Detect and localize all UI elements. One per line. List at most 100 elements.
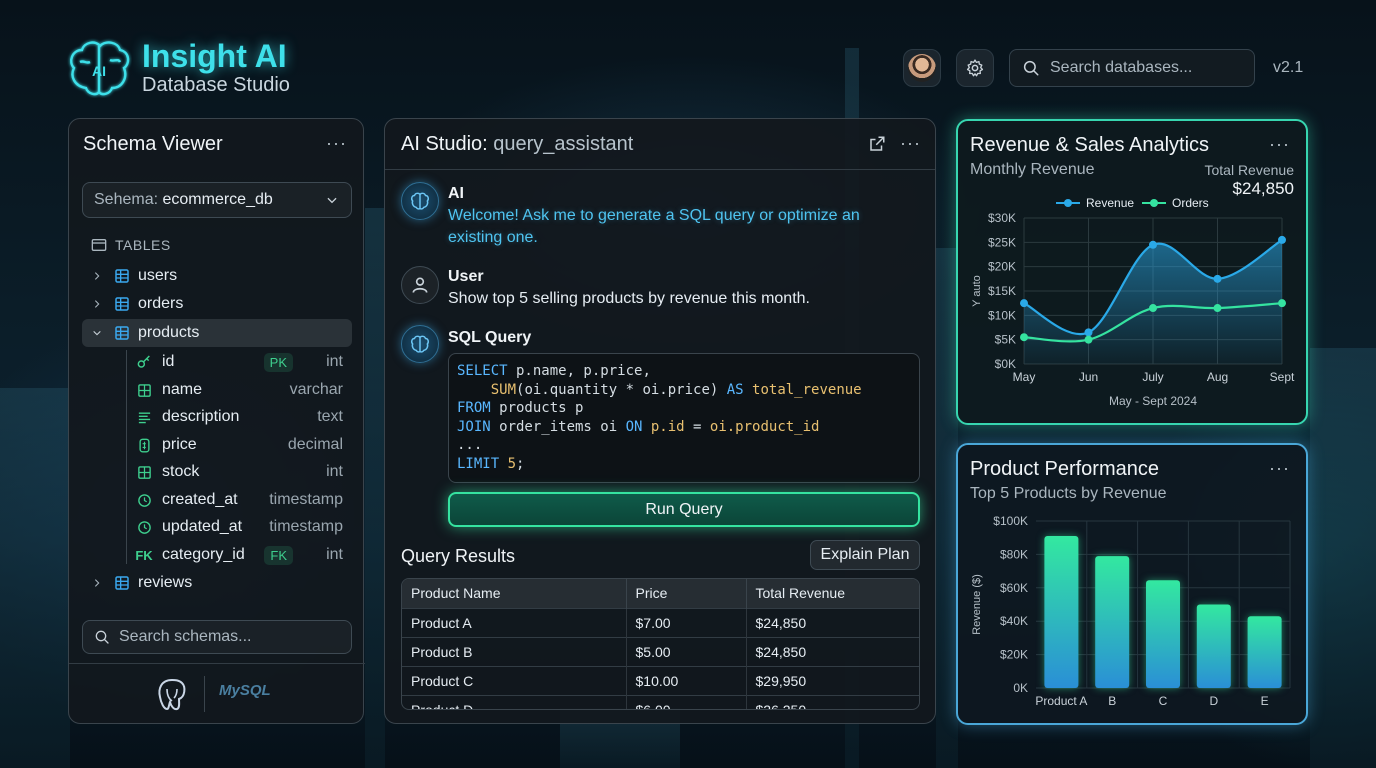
y-tick-label: $60K <box>1000 581 1028 595</box>
postgresql-logo-icon <box>158 678 186 711</box>
cell: $7.00 <box>626 607 747 637</box>
schema-select[interactable]: Sehema: ecommerce_db <box>82 182 352 218</box>
svg-text:AI: AI <box>92 63 106 79</box>
external-link-icon[interactable] <box>868 135 886 153</box>
studio-menu-button[interactable]: ··· <box>900 133 921 154</box>
y-tick-label: $15K <box>988 284 1016 298</box>
revenue-analytics-panel: Revenue & Sales Analytics ··· Monthly Re… <box>956 119 1308 425</box>
table-item-reviews[interactable]: reviews <box>82 569 352 597</box>
chevron-right-icon <box>94 272 100 280</box>
table-item-orders[interactable]: orders <box>82 290 352 318</box>
bar <box>1196 604 1231 688</box>
run-query-button[interactable]: Run Query <box>448 492 920 527</box>
version-label: v2.1 <box>1273 59 1304 76</box>
column-type: text <box>317 408 343 425</box>
chevron-down-icon <box>327 197 337 204</box>
legend-marker <box>1150 199 1158 207</box>
bar <box>1247 616 1282 688</box>
cell: Product D <box>402 694 627 709</box>
table-row[interactable]: Product B $5.00 $24,850 <box>402 636 919 666</box>
y-tick-label: $30K <box>988 211 1016 225</box>
column-item-price[interactable]: price decimal <box>135 432 343 458</box>
brain-icon <box>410 335 430 353</box>
column-type: timestamp <box>269 491 343 508</box>
table-row[interactable]: Product C $10.00 $29,950 <box>402 665 919 695</box>
schema-menu-button[interactable]: ··· <box>326 133 347 154</box>
column-header[interactable]: Total Revenue <box>746 579 919 608</box>
x-tick-label: C <box>1159 694 1168 708</box>
query-results-table: Product Name Price Total Revenue Product… <box>401 578 920 710</box>
avatar <box>908 54 936 82</box>
cell: $5.00 <box>626 636 747 666</box>
mysql-logo: MySQL <box>219 682 271 699</box>
cell: $29,950 <box>746 665 919 695</box>
table-icon <box>115 269 129 283</box>
database-search-input[interactable] <box>1050 59 1240 77</box>
bar <box>1095 556 1130 688</box>
data-point <box>1213 304 1222 313</box>
column-item-created-at[interactable]: created_at timestamp <box>135 487 343 513</box>
table-name: orders <box>138 295 184 312</box>
x-tick-label: D <box>1209 694 1218 708</box>
schema-search[interactable] <box>82 620 352 654</box>
column-item-id[interactable]: id PK int <box>135 349 343 375</box>
table-row[interactable]: Product A $7.00 $24,850 <box>402 607 919 637</box>
brain-icon <box>410 192 430 210</box>
brand-subtitle: Database Studio <box>142 74 290 96</box>
legend-marker <box>1064 199 1072 207</box>
table-row[interactable]: Product D $6.00 $26,250 <box>402 694 919 709</box>
y-tick-label: $100K <box>993 514 1028 528</box>
chevron-right-icon <box>94 300 100 308</box>
table-icon <box>115 297 129 311</box>
data-point <box>1084 335 1093 344</box>
column-type: varchar <box>289 381 343 398</box>
y-axis-label: Y auto <box>971 275 983 307</box>
column-name: id <box>162 353 175 370</box>
data-point <box>1278 235 1286 244</box>
data-point <box>1020 333 1028 342</box>
table-item-products[interactable]: products <box>82 319 352 347</box>
tables-label: TABLES <box>115 237 171 253</box>
database-search[interactable] <box>1009 49 1255 87</box>
ai-message-text: Welcome! Ask me to generate a SQL query … <box>448 207 860 246</box>
column-name: created_at <box>162 491 238 508</box>
column-type: int <box>326 546 343 563</box>
product-bar-chart: 0K $20K $40K $60K $80K $100K Revenue ($) Produc… <box>971 514 1291 708</box>
cell: Product A <box>402 607 627 637</box>
brand-title: Insight AI <box>142 38 287 74</box>
column-item-updated-at[interactable]: updated_at timestamp <box>135 514 343 540</box>
column-name: stock <box>162 463 200 480</box>
user-avatar-button[interactable] <box>903 49 941 87</box>
data-point <box>1278 299 1286 308</box>
column-name: description <box>162 408 240 425</box>
explain-plan-button[interactable]: Explain Plan <box>810 540 920 570</box>
y-tick-label: 0K <box>1013 681 1028 695</box>
price-tag-icon <box>138 438 150 452</box>
column-type: int <box>326 463 343 480</box>
data-point <box>1084 328 1093 337</box>
user-avatar <box>401 266 439 304</box>
column-item-name[interactable]: name varchar <box>135 377 343 403</box>
cell: Product B <box>402 636 627 666</box>
revenue-line-chart: $0K $5K $10K $15K $20K $25K $30K May Jun July Aug S… <box>971 196 1295 408</box>
column-header[interactable]: Price <box>626 579 747 608</box>
table-item-users[interactable]: users <box>82 262 352 290</box>
settings-button[interactable] <box>956 49 994 87</box>
schema-search-input[interactable] <box>119 628 349 646</box>
column-type: timestamp <box>269 518 343 535</box>
column-item-description[interactable]: description text <box>135 404 343 430</box>
ai-studio-title: AI Studio: query_assistant <box>401 133 634 155</box>
x-tick-label: May <box>1013 370 1036 384</box>
x-tick-label: Jun <box>1079 370 1098 384</box>
legend-label: Revenue <box>1086 196 1134 210</box>
user-message-text: Show top 5 selling products by revenue t… <box>448 290 810 307</box>
column-item-category-id[interactable]: FK category_id FK int <box>135 542 343 568</box>
column-header[interactable]: Product Name <box>402 579 627 608</box>
column-name: category_id <box>162 546 245 563</box>
x-axis-label: May - Sept 2024 <box>1109 394 1197 408</box>
column-item-stock[interactable]: stock int <box>135 459 343 485</box>
sql-ai-avatar <box>401 325 439 363</box>
cell: $24,850 <box>746 607 919 637</box>
y-tick-label: $80K <box>1000 547 1028 561</box>
sql-code-block[interactable]: SELECT p.name, p.price, SUM(oi.quantity … <box>448 353 920 483</box>
